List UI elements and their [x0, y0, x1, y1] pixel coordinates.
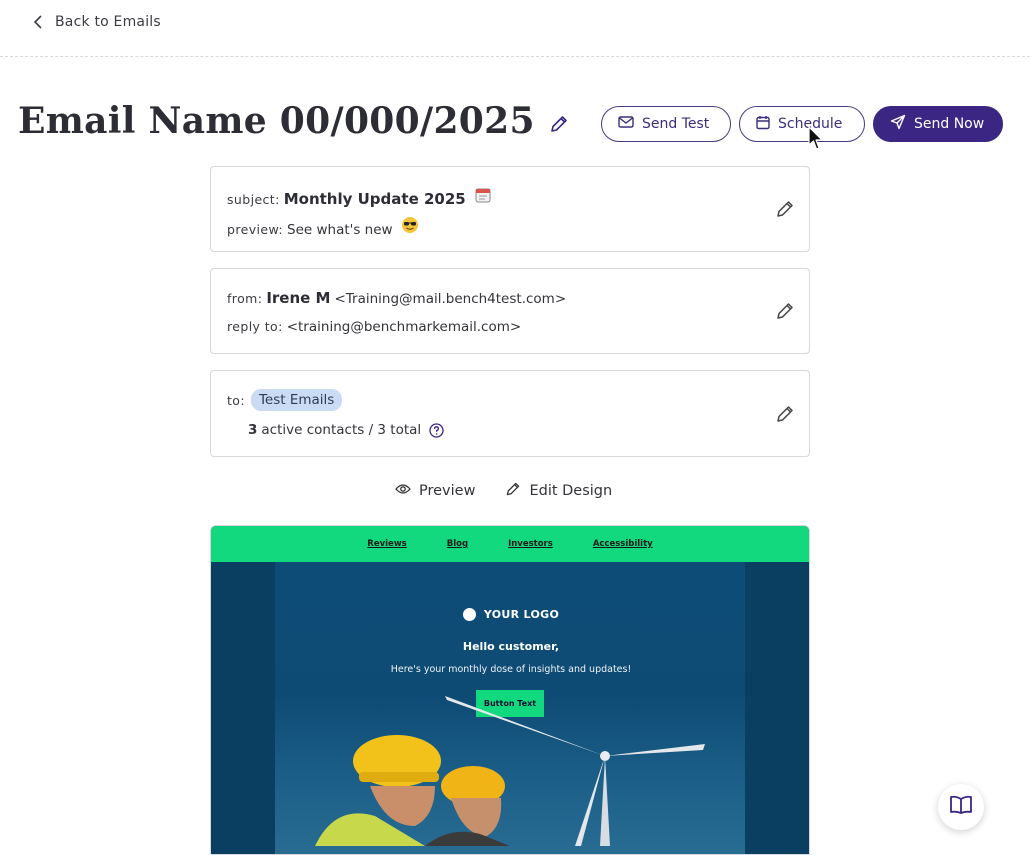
edit-design-label: Edit Design [529, 483, 613, 499]
edit-subject-pencil-icon[interactable] [775, 199, 795, 219]
reply-to-label: reply to: [227, 319, 283, 334]
to-card[interactable]: to: Test Emails 3 active contacts / 3 to… [210, 370, 810, 457]
question-circle-icon[interactable] [429, 422, 444, 438]
title-row: Email Name 00/000/2025 [18, 100, 569, 142]
calendar-icon [756, 115, 770, 134]
list-pill[interactable]: Test Emails [250, 389, 343, 411]
sunglasses-emoji-icon [401, 216, 419, 238]
send-test-button[interactable]: Send Test [601, 106, 731, 142]
schedule-label: Schedule [778, 116, 843, 132]
logo-text: YOUR LOGO [483, 608, 560, 621]
reply-to-email: <training@benchmarkemail.com> [286, 319, 522, 335]
subject-label: subject: [227, 192, 280, 207]
schedule-button[interactable]: Schedule [739, 106, 865, 142]
from-line: from: Irene M <Training@mail.bench4test.… [227, 289, 566, 307]
email-nav-link[interactable]: Accessibility [593, 539, 653, 549]
edit-design-button[interactable]: Edit Design [505, 481, 612, 501]
to-label: to: [227, 392, 245, 408]
email-nav-link[interactable]: Reviews [367, 539, 406, 549]
from-email: <Training@mail.bench4test.com> [334, 291, 567, 307]
calendar-emoji-icon [474, 186, 492, 208]
email-nav-link[interactable]: Investors [508, 539, 553, 549]
email-logo: YOUR LOGO [211, 608, 809, 621]
envelope-icon [618, 115, 634, 133]
pencil-icon [505, 481, 521, 501]
edit-title-pencil-icon[interactable] [549, 114, 569, 134]
reply-to-line: reply to: <training@benchmarkemail.com> [227, 319, 521, 335]
preview-label: preview: [227, 222, 284, 237]
preview-line: preview: See what's new [227, 216, 419, 238]
edit-from-pencil-icon[interactable] [775, 301, 795, 321]
edit-recipients-pencil-icon[interactable] [775, 404, 795, 424]
email-intro: Here's your monthly dose of insights and… [390, 664, 632, 675]
preview-value: See what's new [287, 222, 393, 238]
paper-plane-icon [890, 114, 906, 134]
help-docs-button[interactable] [938, 784, 984, 830]
send-now-label: Send Now [914, 116, 985, 132]
from-card[interactable]: from: Irene M <Training@mail.bench4test.… [210, 268, 810, 354]
header-actions: Send Test Schedule Send Now [601, 106, 1003, 142]
subject-value: Monthly Update 2025 [283, 190, 466, 208]
active-count: 3 [248, 422, 258, 438]
page-title: Email Name 00/000/2025 [18, 100, 535, 142]
subject-line: subject: Monthly Update 2025 [227, 186, 492, 208]
open-book-icon [949, 795, 973, 819]
email-nav-link[interactable]: Blog [447, 539, 468, 549]
back-link-label: Back to Emails [55, 14, 161, 30]
logo-dot-icon [462, 608, 476, 621]
email-greeting: Hello customer, [462, 640, 560, 653]
email-nav-bar: Reviews Blog Investors Accessibility [211, 526, 809, 562]
from-label: from: [227, 291, 263, 306]
contacts-text: active contacts / 3 total [261, 422, 422, 438]
send-now-button[interactable]: Send Now [873, 106, 1003, 142]
contacts-line: 3 active contacts / 3 total [248, 422, 444, 438]
from-name: Irene M [266, 289, 331, 307]
top-bar: Back to Emails [0, 0, 1030, 57]
to-line: to: Test Emails [227, 389, 343, 411]
preview-button[interactable]: Preview [395, 481, 475, 501]
hero-illustration [315, 696, 705, 846]
eye-icon [395, 483, 411, 499]
send-test-label: Send Test [642, 116, 710, 132]
back-to-emails-link[interactable]: Back to Emails [33, 12, 161, 32]
preview-label: Preview [419, 483, 476, 499]
chevron-left-icon [33, 15, 43, 29]
subject-card[interactable]: subject: Monthly Update 2025 preview: Se… [210, 166, 810, 252]
design-actions: Preview Edit Design [395, 481, 612, 501]
email-preview: Reviews Blog Investors Accessibility YOU… [210, 525, 810, 855]
